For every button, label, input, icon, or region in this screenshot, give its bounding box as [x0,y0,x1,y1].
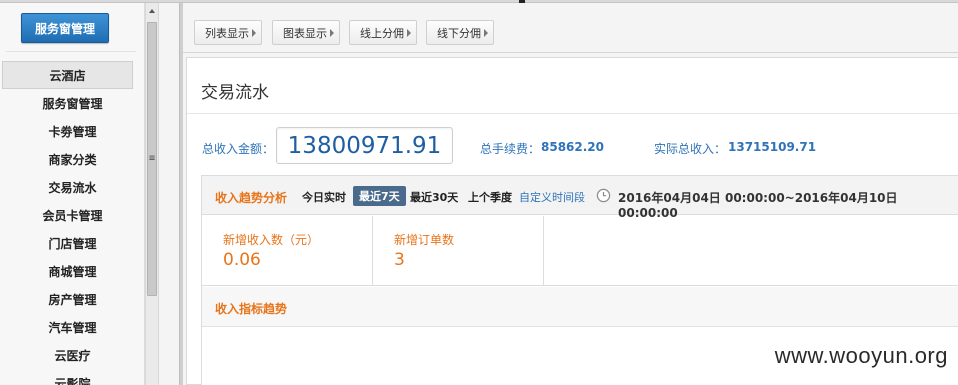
sidebar: 服务窗管理 云酒店 服务窗管理 卡劵管理 商家分类 交易流水 会员卡管理 门店管… [0,3,145,385]
sidebar-item-coupons[interactable]: 卡劵管理 [0,117,145,145]
sidebar-item-transactions[interactable]: 交易流水 [0,173,145,201]
stat-label: 新增订单数 [394,233,455,247]
tab-label: 图表显示 [283,26,327,40]
sidebar-item-service-window[interactable]: 服务窗管理 [0,89,145,117]
watermark: www.wooyun.org [774,343,948,368]
sidebar-item-cars[interactable]: 汽车管理 [0,313,145,341]
sidebar-item-real-estate[interactable]: 房产管理 [0,285,145,313]
tab-label: 列表显示 [205,26,249,40]
range-custom[interactable]: 自定义时间段 [519,189,585,205]
sidebar-divider [6,51,136,52]
stat-value: 0.06 [223,250,261,270]
chart-header: 收入指标趋势 [202,287,958,327]
actual-income-label: 实际总收入： [654,142,727,156]
splitter [159,3,179,385]
sidebar-item-cloud-cinema[interactable]: 云影院 [0,369,145,385]
chevron-right-icon [407,29,411,37]
total-income-label: 总收入金额： [202,142,275,156]
tab-list-view[interactable]: 列表显示 [194,20,262,45]
stat-new-income: 新增收入数（元） 0.06 [202,216,373,285]
stat-value: 3 [394,250,405,270]
sidebar-item-mall[interactable]: 商城管理 [0,257,145,285]
sidebar-item-stores[interactable]: 门店管理 [0,229,145,257]
splitter-grip-icon[interactable]: ≡ [149,154,155,164]
total-fee-value: 85862.20 [541,140,605,154]
view-toolbar: 列表显示 图表显示 线上分佣 线下分佣 [183,9,958,53]
tab-label: 线上分佣 [360,26,404,40]
sidebar-item-cloud-hotel[interactable]: 云酒店 [2,61,133,89]
stat-new-orders: 新增订单数 3 [373,216,544,285]
total-fee-label: 总手续费： [480,142,541,156]
tab-offline-commission[interactable]: 线下分佣 [426,20,494,45]
range-last-quarter[interactable]: 上个季度 [468,189,512,205]
stat-label: 新增收入数（元） [223,233,320,247]
stats-row: 新增收入数（元） 0.06 新增订单数 3 [202,216,958,286]
trend-title: 收入趋势分析 [215,191,288,205]
total-income-value: 13800971.91 [276,127,453,164]
actual-income-value: 13715109.71 [728,140,817,154]
range-last-7-days[interactable]: 最近7天 [353,186,406,206]
chart-title: 收入指标趋势 [215,302,288,316]
sidebar-item-membership-cards[interactable]: 会员卡管理 [0,201,145,229]
sidebar-item-merchant-category[interactable]: 商家分类 [0,145,145,173]
range-last-30-days[interactable]: 最近30天 [410,189,458,205]
main-panel: 交易流水 总收入金额： 13800971.91 总手续费： 85862.20 实… [186,57,958,385]
sidebar-item-cloud-medical[interactable]: 云医疗 [0,341,145,369]
tab-chart-view[interactable]: 图表显示 [272,20,340,45]
title-divider [187,113,958,114]
scroll-up-arrow-icon[interactable] [149,9,155,13]
chevron-right-icon [252,29,256,37]
clock-icon [596,188,611,203]
service-window-button[interactable]: 服务窗管理 [21,13,109,43]
trend-header: 收入趋势分析 今日实时 最近7天 最近30天 上个季度 自定义时间段 2016年… [202,176,958,220]
tab-online-commission[interactable]: 线上分佣 [349,20,417,45]
page-title: 交易流水 [201,83,269,103]
chevron-right-icon [330,29,334,37]
sidebar-menu: 云酒店 服务窗管理 卡劵管理 商家分类 交易流水 会员卡管理 门店管理 商城管理… [0,61,145,385]
tab-label: 线下分佣 [437,26,481,40]
frame-divider [179,3,183,385]
chevron-right-icon [484,29,488,37]
top-marker [519,0,525,3]
range-today[interactable]: 今日实时 [302,189,346,205]
